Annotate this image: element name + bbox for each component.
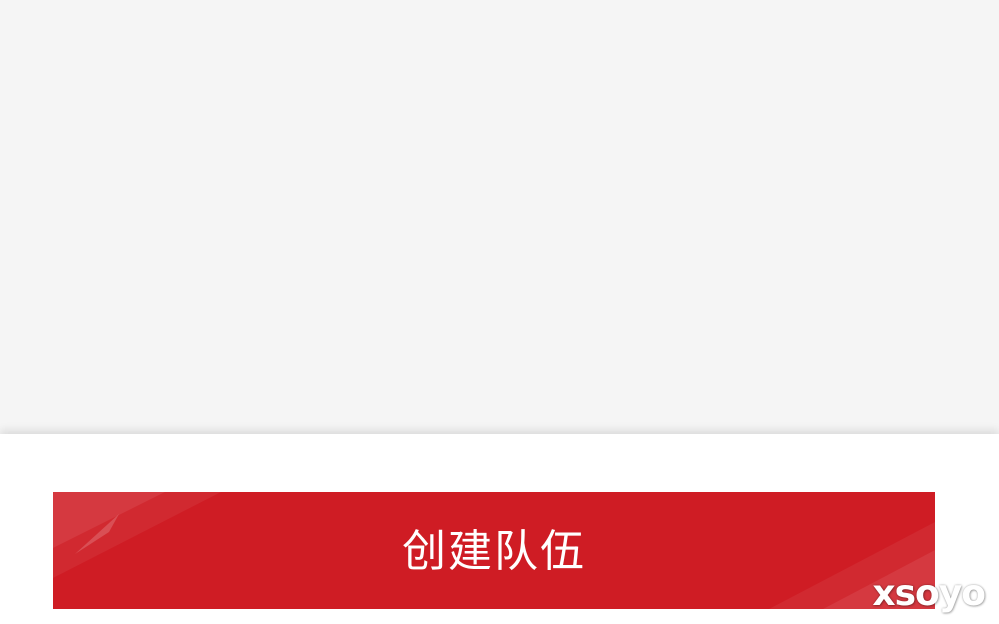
watermark-logo: xsoyo [872, 573, 986, 614]
content-area [0, 0, 999, 434]
page: 创建队伍 xsoyo [0, 0, 999, 624]
create-team-label: 创建队伍 [402, 525, 586, 577]
create-team-button[interactable]: 创建队伍 [53, 492, 935, 609]
